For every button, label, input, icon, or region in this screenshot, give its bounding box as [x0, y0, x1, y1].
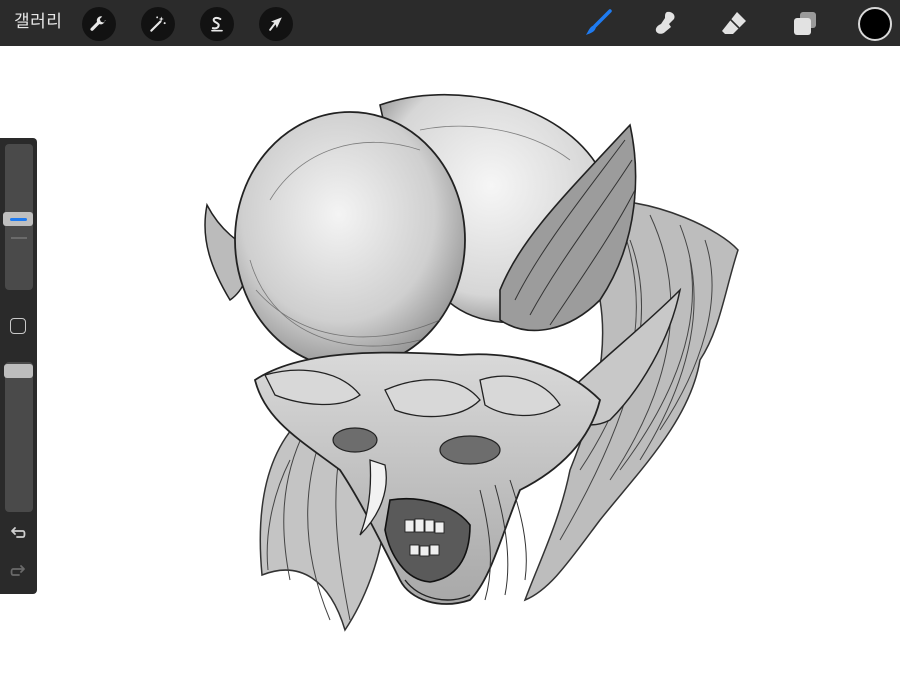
eraser-tool-button[interactable]	[716, 5, 752, 41]
eraser-icon	[722, 12, 746, 34]
procreate-app: 갤러리	[0, 0, 900, 675]
selection-s-icon	[211, 16, 223, 32]
brush-size-tick	[11, 237, 27, 239]
top-toolbar: 갤러리	[0, 0, 900, 46]
gallery-button[interactable]: 갤러리	[14, 10, 62, 34]
layers-icon	[794, 12, 816, 35]
transform-arrow-icon	[269, 17, 282, 31]
layers-button[interactable]	[787, 5, 823, 41]
opacity-handle[interactable]	[4, 364, 33, 378]
brush-size-handle[interactable]	[3, 212, 33, 226]
wrench-icon	[90, 16, 106, 31]
redo-icon[interactable]	[9, 563, 27, 581]
brush-icon	[586, 9, 612, 35]
actions-button[interactable]	[82, 7, 116, 41]
adjustments-button[interactable]	[141, 7, 175, 41]
oni-mask-sketch	[204, 93, 739, 632]
smudge-tool-button[interactable]	[648, 5, 684, 41]
opacity-slider[interactable]	[5, 362, 33, 512]
brush-size-indicator	[10, 218, 27, 221]
modify-square-icon[interactable]	[10, 318, 26, 334]
color-picker-button[interactable]	[858, 7, 892, 41]
magic-wand-icon	[150, 16, 166, 32]
selection-button[interactable]	[200, 7, 234, 41]
smudge-icon	[655, 11, 675, 34]
undo-icon[interactable]	[9, 525, 27, 543]
transform-button[interactable]	[259, 7, 293, 41]
drawing-canvas[interactable]	[0, 46, 900, 675]
brush-tool-button[interactable]	[580, 5, 616, 41]
